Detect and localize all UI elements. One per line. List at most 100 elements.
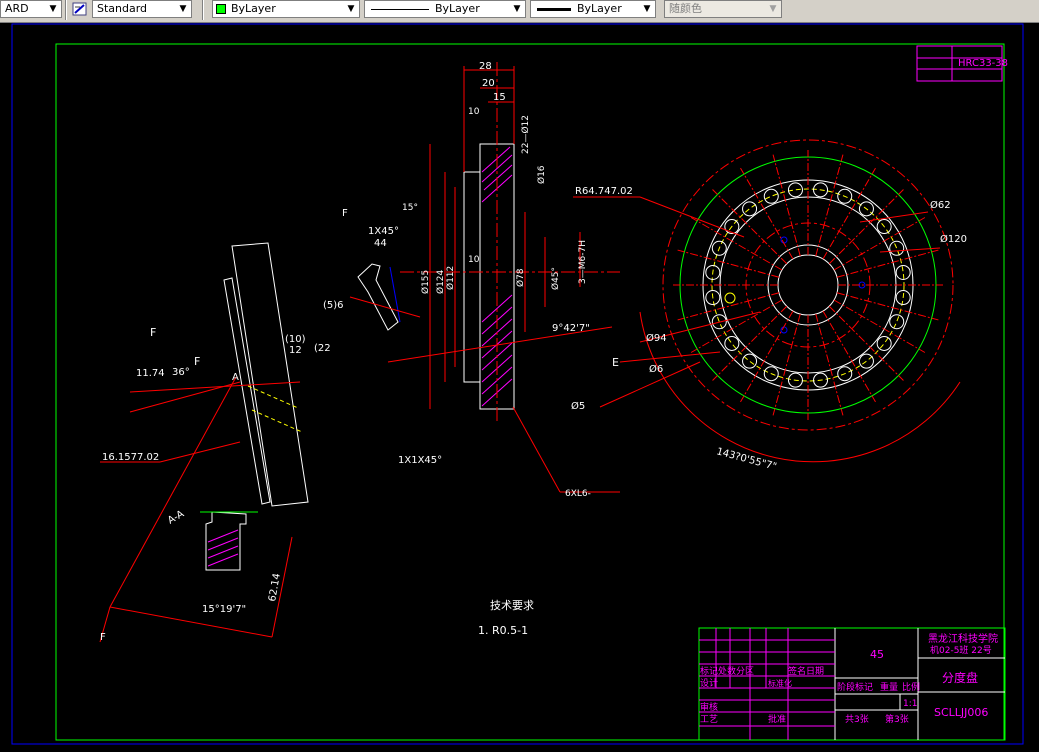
plate-tooth	[876, 335, 892, 351]
drawing-canvas[interactable]: HRC33-38 28 20 15 10 22—Ø12 Ø16 15° Ø155…	[0, 22, 1039, 752]
hardness-label: HRC33-38	[958, 58, 1008, 69]
radial-centerline	[677, 292, 780, 321]
text-style-dropdown[interactable]: ARD ▼	[0, 0, 62, 18]
note-leader: 6XL6-	[565, 489, 591, 499]
radial-centerline	[836, 249, 939, 278]
material: 45	[870, 648, 884, 661]
dim-d124: Ø124	[435, 269, 446, 294]
chevron-down-icon[interactable]: ▼	[511, 3, 523, 15]
dim-44: 44	[374, 238, 387, 249]
dim-d94: Ø94	[646, 332, 667, 344]
plate-tooth	[858, 353, 874, 369]
chevron-down-icon[interactable]: ▼	[177, 3, 189, 15]
color-dropdown[interactable]: ByLayer ▼	[212, 0, 360, 18]
dim-15: 15	[493, 92, 506, 103]
dim-1x45: 1X45°	[368, 226, 399, 237]
dim-15-19: 15°19'7"	[202, 604, 246, 615]
row-std: 标准化	[768, 678, 792, 688]
lineweight-value: ByLayer	[577, 2, 622, 15]
detail-f-label: F	[342, 208, 348, 219]
dim-d6: Ø6	[649, 363, 663, 375]
dim-28: 28	[479, 61, 492, 72]
dim-20: 20	[482, 78, 495, 89]
radial-centerline	[690, 217, 783, 271]
lineweight-dropdown[interactable]: ByLayer ▼	[530, 0, 656, 18]
dim-5-6: (5)6	[323, 300, 344, 311]
row-review: 审核	[700, 701, 718, 713]
dim-d78: Ø78	[515, 268, 526, 287]
dimension-style-icon[interactable]	[72, 1, 88, 17]
dim-angle-942: 9°42'7"	[552, 323, 590, 334]
row-ratio: 比例	[902, 681, 920, 693]
row-weight: 重量	[880, 681, 898, 693]
dim-arc-angle: 143?0'55"7"	[715, 446, 778, 473]
chevron-down-icon[interactable]: ▼	[641, 3, 653, 15]
dim-11-74: 11.74	[136, 368, 165, 379]
dim-22-holes: 22—Ø12	[520, 115, 531, 154]
toolbar-separator	[65, 0, 67, 20]
properties-toolbar: ARD ▼ Standard ▼ ByLayer ▼ ByLayer ▼ ByL…	[0, 0, 1039, 23]
tech-req-title: 技术要求	[490, 599, 534, 612]
chevron-down-icon: ▼	[769, 4, 777, 14]
dim-12: 12	[289, 345, 302, 356]
tech-req-line: 1. R0.5-1	[478, 624, 528, 637]
radial-centerline	[740, 167, 794, 260]
lineweight-preview-icon	[537, 8, 571, 11]
dim-d5: Ø5	[571, 400, 585, 412]
text-style-value: ARD	[5, 2, 29, 15]
dim-15deg: 15°	[402, 203, 418, 213]
radial-centerline	[833, 299, 926, 353]
radial-centerline	[677, 249, 780, 278]
dim-d155: Ø155	[420, 270, 431, 294]
sheet-number: 第3张	[885, 713, 909, 725]
dim-10b: 10	[468, 255, 480, 265]
dim-36deg: 36°	[172, 367, 190, 378]
plate-tooth	[889, 314, 905, 330]
radial-centerline	[836, 292, 939, 321]
radial-centerline	[712, 189, 788, 265]
dim-10: 10	[468, 107, 480, 117]
label-f3: F	[100, 632, 106, 643]
dim-1x1x45: 1X1X45°	[398, 455, 442, 466]
dim-d112: Ø112	[445, 266, 456, 290]
dim-thread: 3—M6-7H	[578, 240, 588, 284]
radial-centerline	[822, 167, 876, 260]
detail-f	[349, 263, 421, 331]
scale: 1:1	[903, 699, 917, 709]
row-approve: 批准	[768, 713, 786, 725]
radial-centerline	[828, 189, 904, 265]
label-f1: F	[150, 326, 156, 339]
radial-centerline	[815, 313, 844, 416]
cad-drawing[interactable]: HRC33-38 28 20 15 10 22—Ø12 Ø16 15° Ø155…	[0, 22, 1039, 752]
dim-d16: Ø16	[536, 165, 547, 184]
plotstyle-value: 随颜色	[669, 2, 702, 15]
section-label-aa: A-A	[166, 509, 186, 527]
radial-centerline	[740, 310, 794, 403]
part-name: 分度盘	[942, 670, 978, 685]
linetype-dropdown[interactable]: ByLayer ▼	[364, 0, 526, 18]
dim-d120: Ø120	[940, 233, 967, 245]
dim-r64: R64.747.02	[575, 186, 633, 197]
row-sign: 签名日期	[788, 665, 824, 677]
toolbar-separator	[202, 0, 204, 20]
radial-centerline	[815, 154, 844, 257]
plate-tooth	[742, 353, 758, 369]
radial-centerline	[828, 305, 904, 381]
linetype-value: ByLayer	[435, 2, 480, 15]
plotstyle-dropdown: 随颜色 ▼	[664, 0, 782, 18]
radial-centerline	[833, 217, 926, 271]
label-e: E	[612, 356, 619, 369]
label-a: A	[232, 372, 239, 383]
radial-centerlines	[673, 150, 943, 420]
plate-tooth	[787, 182, 803, 198]
color-swatch-icon	[216, 4, 226, 14]
dim-style-dropdown[interactable]: Standard ▼	[92, 0, 192, 18]
section-a-a	[200, 511, 258, 571]
chevron-down-icon[interactable]: ▼	[47, 3, 59, 15]
dim-d62: Ø62	[930, 199, 951, 211]
row-process: 工艺	[700, 714, 718, 725]
row-stage: 阶段标记	[837, 681, 873, 693]
dim-62-14: 62.14	[267, 572, 283, 602]
chevron-down-icon[interactable]: ▼	[345, 3, 357, 15]
dim-10p: (10)	[285, 334, 306, 345]
